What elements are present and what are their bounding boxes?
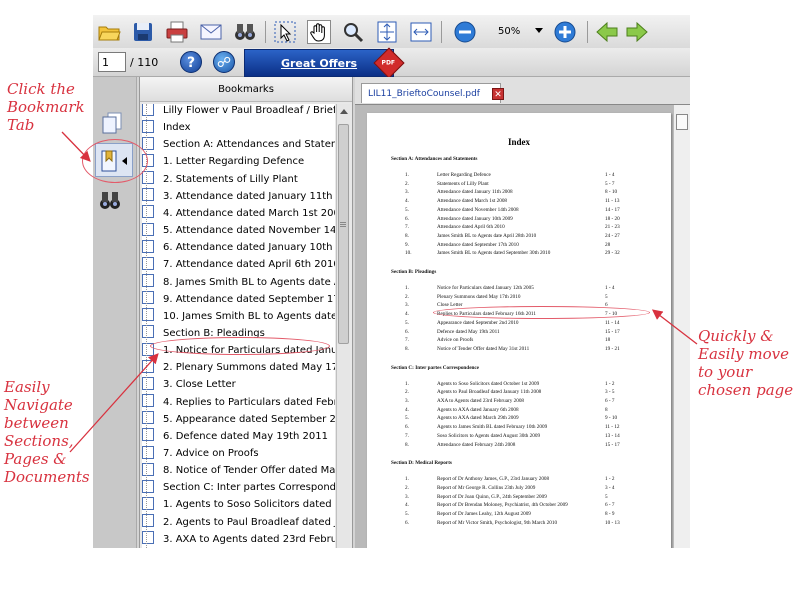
arrow-to-bookmark-tab (61, 131, 91, 162)
arrow-to-index-row (651, 309, 698, 345)
arrow-to-bookmark-item (69, 353, 159, 453)
annotation-arrows (61, 131, 698, 453)
